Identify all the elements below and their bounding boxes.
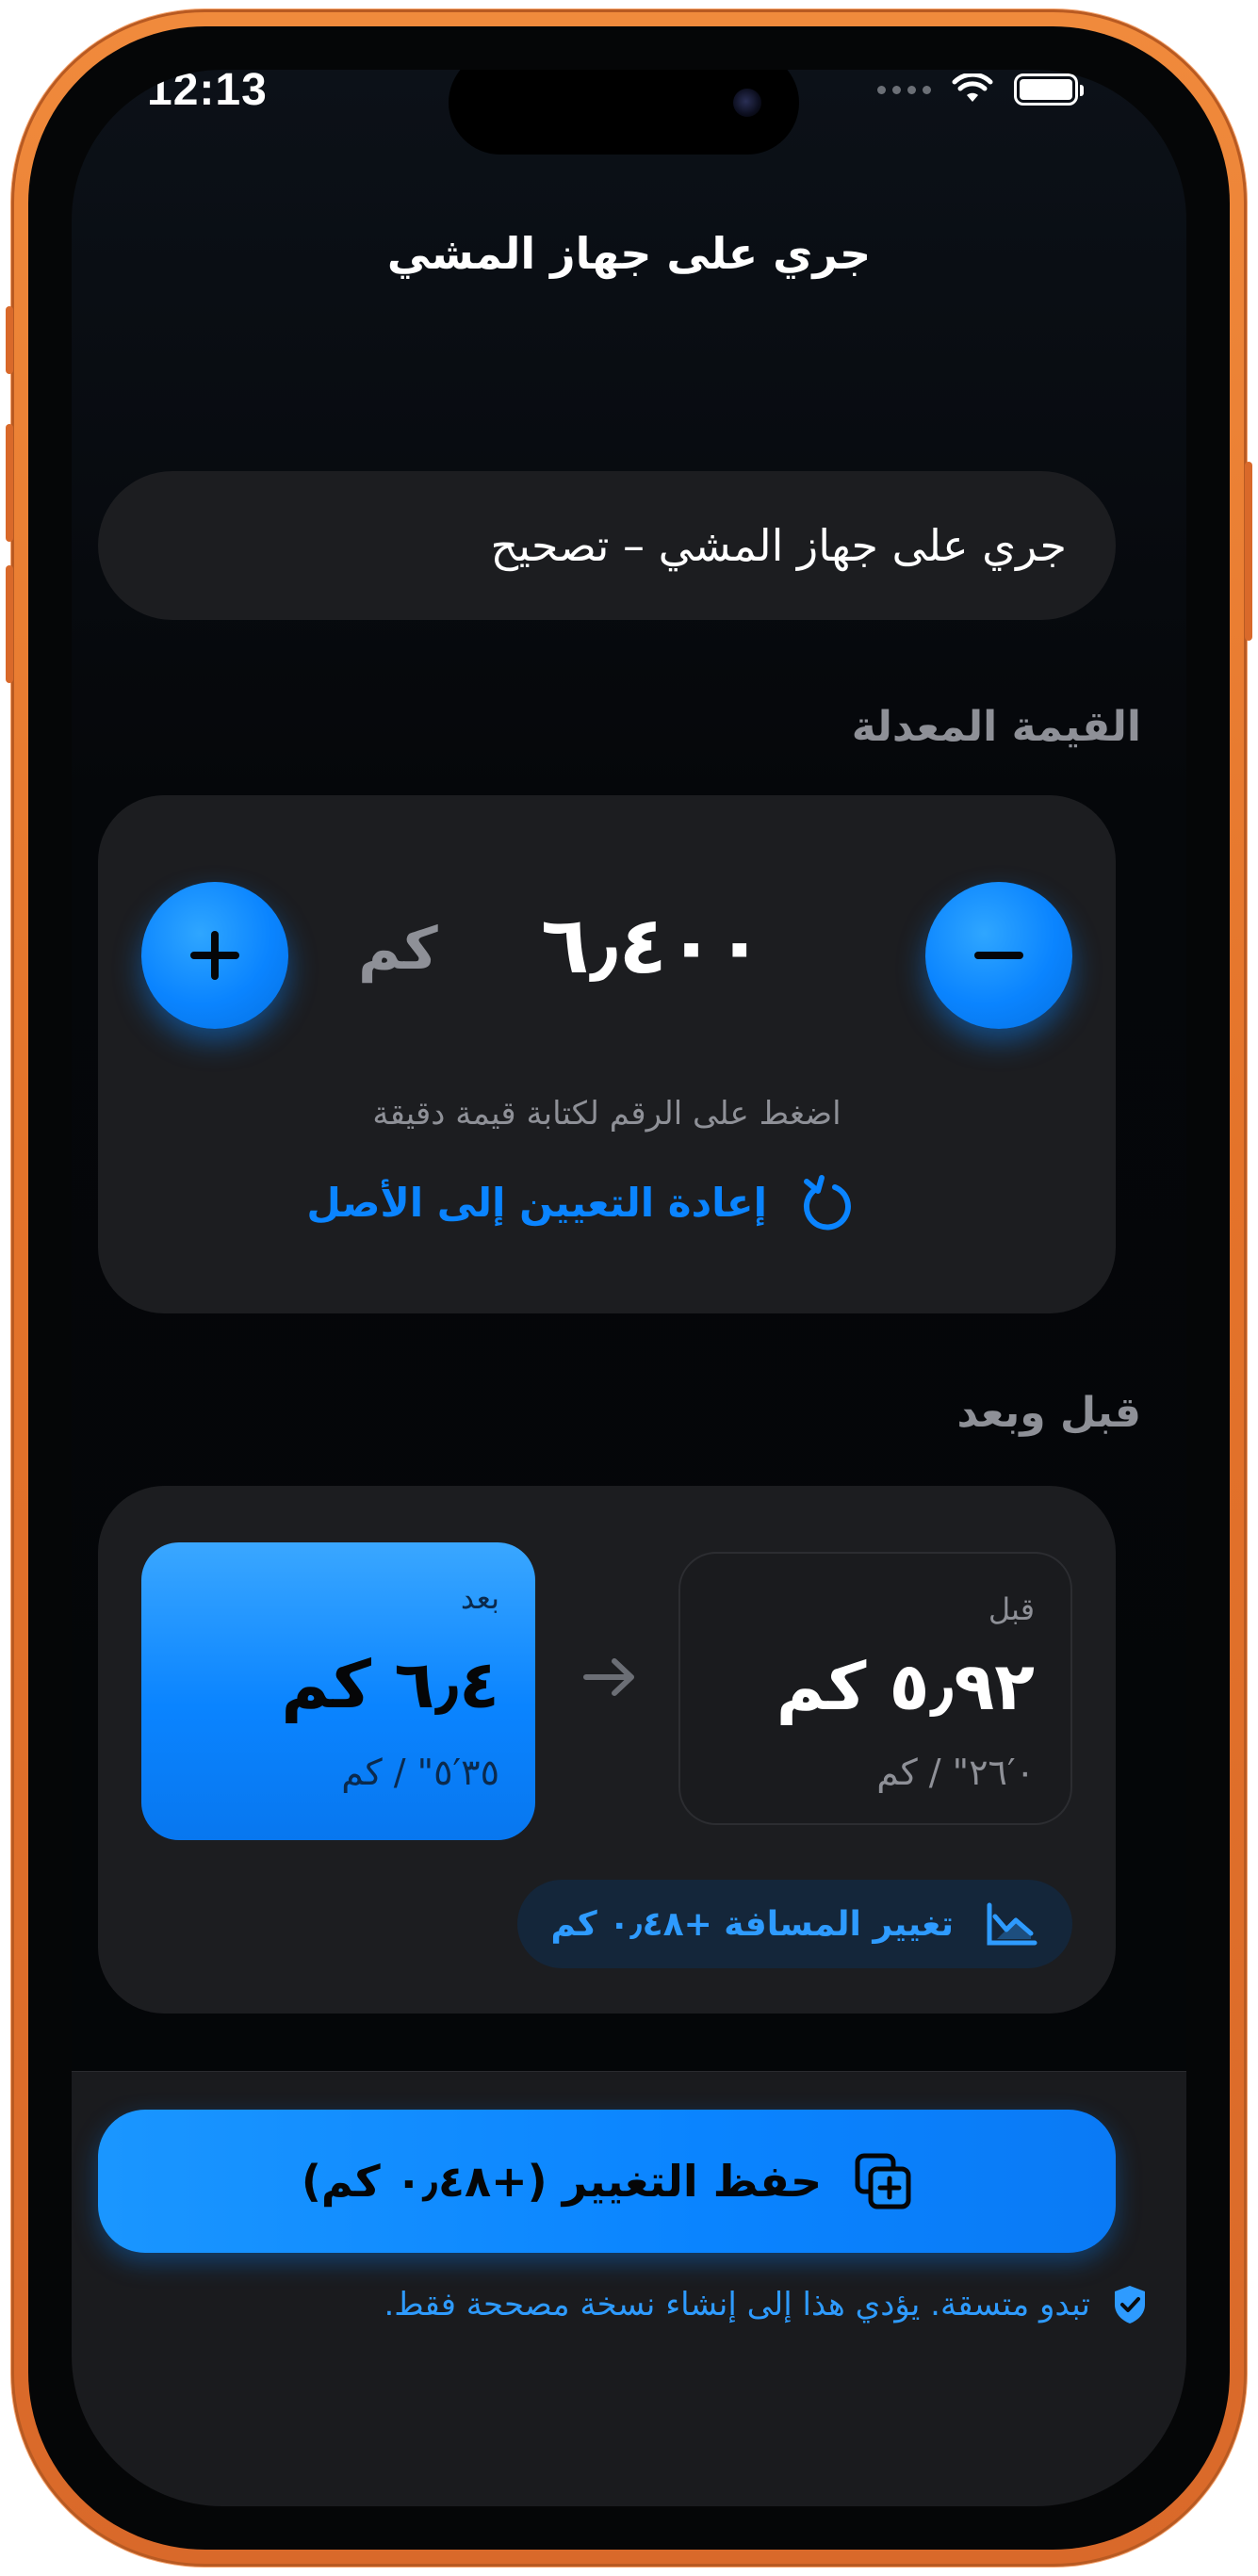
value-unit: كم	[358, 914, 438, 983]
after-value: ٦٫٤ كم	[281, 1646, 499, 1723]
delta-label: تغيير المسافة +٠٫٤٨ كم	[550, 1904, 954, 1944]
power-button	[1245, 462, 1252, 641]
adjusted-value-card: كم ٦٫٤٠٠ اضغط على الرقم لكتابة قيمة دقيق…	[98, 795, 1116, 1313]
arrow-right-icon	[583, 1658, 634, 1696]
footnote: تبدو متسقة. يؤدي هذا إلى إنشاء نسخة مصحح…	[384, 2284, 1149, 2325]
before-value: ٥٫٩٢ كم	[776, 1648, 1035, 1725]
volume-up-button	[6, 424, 13, 542]
signal-icon	[877, 85, 931, 94]
reset-label: إعادة التعيين إلى الأصل	[306, 1179, 767, 1226]
wifi-icon	[952, 73, 993, 102]
phone-bezel: 12:13 جري على جهاز المشي جري على جهاز ال…	[28, 26, 1230, 2550]
decrement-button[interactable]	[925, 882, 1072, 1029]
after-box: بعد ٦٫٤ كم ٣٥′٥" / كم	[141, 1542, 535, 1840]
action-button	[6, 306, 13, 374]
distance-delta-pill: تغيير المسافة +٠٫٤٨ كم	[516, 1880, 1072, 1968]
dynamic-island	[449, 70, 799, 155]
before-box: قبل ٥٫٩٢ كم ٠′٢٦" / كم	[678, 1552, 1072, 1825]
comparison-section-label: قبل وبعد	[956, 1389, 1142, 1437]
shield-check-icon	[1115, 2286, 1145, 2323]
reset-arrow-icon	[803, 1175, 851, 1231]
minus-icon	[974, 952, 1023, 959]
reset-button[interactable]: إعادة التعيين إلى الأصل	[306, 1172, 854, 1232]
phone-frame: 12:13 جري على جهاز المشي جري على جهاز ال…	[6, 9, 1252, 2567]
battery-icon	[1014, 73, 1084, 106]
save-label: حفظ التغيير (+٠٫٤٨ كم)	[301, 2156, 823, 2207]
adjusted-value[interactable]: ٦٫٤٠٠	[541, 899, 763, 991]
screen: 12:13 جري على جهاز المشي جري على جهاز ال…	[72, 70, 1186, 2506]
after-pace: ٣٥′٥" / كم	[341, 1752, 499, 1793]
before-label: قبل	[988, 1591, 1035, 1627]
adjusted-section-label: القيمة المعدلة	[851, 703, 1141, 751]
comparison-card: قبل ٥٫٩٢ كم ٠′٢٦" / كم بعد ٦٫٤ كم ٣٥′٥" …	[98, 1486, 1116, 2014]
increment-button[interactable]	[141, 882, 288, 1029]
copy-plus-icon	[855, 2153, 911, 2209]
chart-trend-icon	[987, 1902, 1037, 1946]
after-label: بعد	[460, 1580, 499, 1616]
camera-icon	[733, 89, 761, 117]
footnote-text: تبدو متسقة. يؤدي هذا إلى إنشاء نسخة مصحح…	[384, 2286, 1090, 2323]
entry-name-field[interactable]: جري على جهاز المشي – تصحيح	[98, 471, 1116, 620]
nav-title: جري على جهاز المشي	[386, 228, 872, 279]
status-icons	[877, 73, 1084, 106]
tap-hint: اضغط على الرقم لكتابة قيمة دقيقة	[372, 1095, 841, 1133]
status-time: 12:13	[147, 70, 268, 115]
before-pace: ٠′٢٦" / كم	[876, 1752, 1035, 1793]
save-change-button[interactable]: حفظ التغيير (+٠٫٤٨ كم)	[98, 2110, 1116, 2253]
volume-down-button	[6, 565, 13, 683]
